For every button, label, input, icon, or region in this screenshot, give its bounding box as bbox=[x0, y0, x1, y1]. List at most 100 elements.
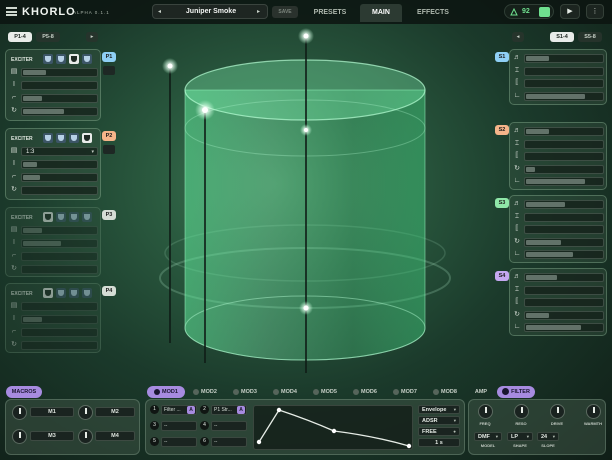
string-param-slider-1[interactable] bbox=[524, 200, 604, 209]
mod-tab-2[interactable]: MOD2 bbox=[186, 386, 224, 398]
macros-tab[interactable]: MACROS bbox=[6, 386, 42, 398]
exciter-param-slider-2[interactable] bbox=[21, 315, 98, 324]
exciter-param-slider-3[interactable] bbox=[21, 328, 98, 337]
exciter-shape-icon-4[interactable] bbox=[82, 54, 92, 64]
page-s1-4[interactable]: S1-4 bbox=[550, 32, 574, 42]
string-param-slider-2[interactable] bbox=[524, 139, 604, 149]
mod-power-icon[interactable] bbox=[193, 388, 200, 395]
mod-power-icon[interactable] bbox=[353, 388, 360, 395]
exciter-shape-icon-2[interactable] bbox=[56, 288, 66, 298]
string-param-slider-1[interactable] bbox=[524, 127, 604, 136]
macro-field-2[interactable]: M2 bbox=[95, 407, 135, 417]
exciter-param-slider-2[interactable] bbox=[21, 81, 98, 90]
exciter-param-slider-2[interactable] bbox=[21, 239, 98, 248]
mod-power-icon[interactable] bbox=[273, 388, 280, 395]
string-param-slider-4[interactable] bbox=[524, 164, 604, 174]
page-p1-4[interactable]: P1-4 bbox=[8, 32, 32, 42]
mod-slot-1[interactable]: Filter ... A bbox=[161, 405, 197, 415]
mod-slot-6[interactable]: -- bbox=[211, 437, 247, 447]
mod-tab-8[interactable]: MOD8 bbox=[426, 386, 464, 398]
filter-knob-reso[interactable] bbox=[514, 404, 529, 419]
menu-icon[interactable] bbox=[6, 7, 17, 16]
string-param-slider-2[interactable] bbox=[524, 66, 604, 76]
mod-tab-3[interactable]: MOD3 bbox=[226, 386, 264, 398]
filter-power-icon[interactable] bbox=[502, 388, 510, 396]
string-page-prev-arrow[interactable]: ◂ bbox=[512, 32, 524, 42]
exciter-param-slider-3[interactable] bbox=[21, 173, 98, 182]
filter-shape-select[interactable]: LP ▾ bbox=[507, 432, 533, 441]
macro-field-3[interactable]: M3 bbox=[30, 431, 74, 441]
string-param-slider-3[interactable] bbox=[524, 152, 604, 161]
exciter-tag[interactable]: P3 bbox=[102, 210, 116, 220]
mod-slot-5[interactable]: -- bbox=[161, 437, 197, 447]
mod-slot-3[interactable]: -- bbox=[161, 421, 197, 431]
string-param-slider-1[interactable] bbox=[524, 54, 604, 63]
mod-power-icon[interactable] bbox=[313, 388, 320, 395]
string-tag[interactable]: S3 bbox=[495, 198, 509, 208]
mod-tab-7[interactable]: MOD7 bbox=[386, 386, 424, 398]
exciter-shape-icon-4[interactable] bbox=[82, 288, 92, 298]
amp-tab[interactable]: AMP bbox=[470, 386, 492, 398]
filter-knob-drive[interactable] bbox=[550, 404, 565, 419]
preset-next-button[interactable]: ▸ bbox=[257, 8, 260, 15]
exciter-shape-icon-4[interactable] bbox=[82, 133, 92, 143]
envelope-curve[interactable] bbox=[254, 406, 414, 451]
envelope-graph[interactable] bbox=[253, 405, 413, 450]
string-param-slider-4[interactable] bbox=[524, 310, 604, 320]
string-param-slider-5[interactable] bbox=[524, 177, 604, 186]
string-param-slider-3[interactable] bbox=[524, 79, 604, 88]
mod-tab-5[interactable]: MOD5 bbox=[306, 386, 344, 398]
mod-slot-2[interactable]: P1 Str... A bbox=[211, 405, 247, 415]
mod-time-field[interactable]: 1 s bbox=[418, 438, 460, 447]
save-button[interactable]: SAVE bbox=[272, 6, 298, 18]
macro-field-1[interactable]: M1 bbox=[30, 407, 74, 417]
mod-slot-4[interactable]: -- bbox=[211, 421, 247, 431]
exciter-shape-icon-2[interactable] bbox=[56, 133, 66, 143]
macro-field-4[interactable]: M4 bbox=[95, 431, 135, 441]
mod-tab-6[interactable]: MOD6 bbox=[346, 386, 384, 398]
exciter-param-slider-4[interactable] bbox=[21, 186, 98, 195]
mod-type-select[interactable]: Envelope ▾ bbox=[418, 405, 460, 414]
string-tag[interactable]: S4 bbox=[495, 271, 509, 281]
mod-mode-select[interactable]: ADSR ▾ bbox=[418, 416, 460, 425]
string-param-slider-1[interactable] bbox=[524, 273, 604, 282]
mod-tab-4[interactable]: MOD4 bbox=[266, 386, 304, 398]
exciter-param-slider-2[interactable] bbox=[21, 160, 98, 169]
exciter-tag[interactable]: P1 bbox=[102, 52, 116, 62]
string-param-slider-5[interactable] bbox=[524, 250, 604, 259]
play-button[interactable]: ▶ bbox=[560, 4, 580, 19]
exciter-shape-icon-2[interactable] bbox=[56, 212, 66, 222]
macro-knob-2[interactable] bbox=[78, 405, 93, 420]
exciter-param-slider-1[interactable] bbox=[21, 68, 98, 77]
tab-main[interactable]: MAIN bbox=[360, 4, 402, 22]
exciter-tag[interactable]: P4 bbox=[102, 286, 116, 296]
filter-slope-select[interactable]: 24 ▾ bbox=[537, 432, 559, 441]
preset-prev-button[interactable]: ◂ bbox=[158, 8, 161, 15]
mod-power-icon[interactable] bbox=[393, 388, 400, 395]
exciter-param-slider-3[interactable] bbox=[21, 94, 98, 103]
exciter-shape-icon-3[interactable] bbox=[69, 288, 79, 298]
exciter-shape-icon-2[interactable] bbox=[56, 54, 66, 64]
exciter-link-icon[interactable] bbox=[103, 145, 115, 154]
string-tag[interactable]: S2 bbox=[495, 125, 509, 135]
filter-knob-freq[interactable] bbox=[478, 404, 493, 419]
filter-knob-warmth[interactable] bbox=[586, 404, 601, 419]
exciter-shape-icon-1[interactable] bbox=[43, 288, 53, 298]
macro-knob-3[interactable] bbox=[12, 429, 27, 444]
exciter-shape-icon-3[interactable] bbox=[69, 212, 79, 222]
exciter-param-slider-1[interactable] bbox=[21, 302, 98, 311]
exciter-shape-icon-1[interactable] bbox=[43, 212, 53, 222]
preset-selector[interactable]: ◂ Juniper Smoke ▸ bbox=[152, 4, 268, 19]
page-s5-8[interactable]: S5-8 bbox=[578, 32, 602, 42]
tab-effects[interactable]: EFFECTS bbox=[406, 4, 460, 22]
exciter-shape-icon-1[interactable] bbox=[43, 54, 53, 64]
exciter-param-slider-4[interactable] bbox=[21, 265, 98, 274]
mod-power-icon[interactable] bbox=[233, 388, 240, 395]
mod-power-icon[interactable] bbox=[433, 388, 440, 395]
string-tag[interactable]: S1 bbox=[495, 52, 509, 62]
string-param-slider-3[interactable] bbox=[524, 225, 604, 234]
string-param-slider-5[interactable] bbox=[524, 323, 604, 332]
mod-sync-select[interactable]: FREE ● bbox=[418, 427, 460, 436]
exciter-shape-icon-3[interactable] bbox=[69, 133, 79, 143]
exciter-param-slider-4[interactable] bbox=[21, 341, 98, 350]
